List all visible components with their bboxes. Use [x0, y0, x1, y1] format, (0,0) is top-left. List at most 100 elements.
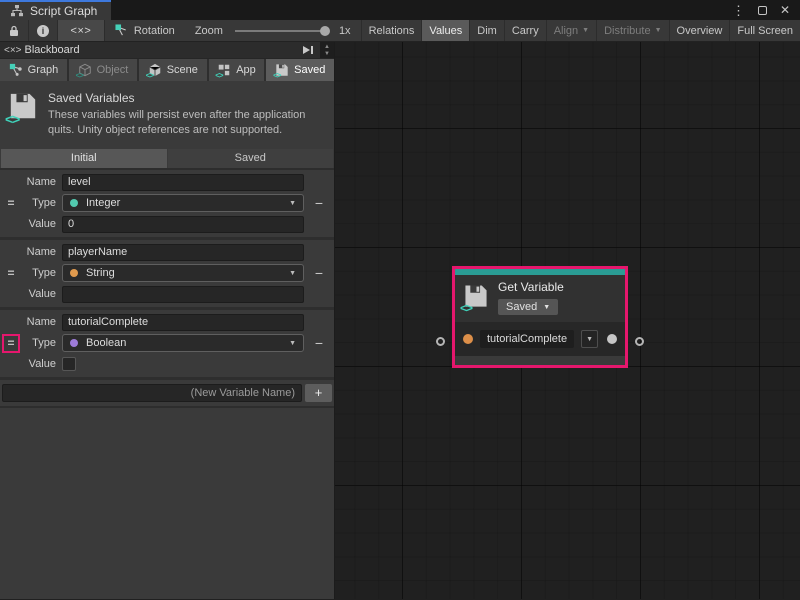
variable-name-input[interactable] [62, 174, 304, 191]
external-output-port[interactable] [635, 337, 644, 346]
variable-type-dropdown[interactable]: Integer ▼ [62, 194, 304, 212]
variable-value-input[interactable] [62, 216, 304, 233]
chevron-down-icon: ▼ [582, 27, 589, 34]
tab-graph[interactable]: Graph [0, 59, 67, 81]
variable-type-dropdown[interactable]: String ▼ [62, 264, 304, 282]
maximize-icon[interactable] [758, 6, 767, 15]
variable-type-dropdown[interactable]: Boolean ▼ [62, 334, 304, 352]
align-button[interactable]: Align ▼ [546, 20, 596, 41]
relations-button[interactable]: Relations [361, 20, 422, 41]
more-menu-icon[interactable]: ⋮ [732, 4, 745, 17]
carry-button[interactable]: Carry [504, 20, 546, 41]
rotation-control[interactable]: Rotation [105, 20, 185, 41]
external-input-port[interactable] [436, 337, 445, 346]
blackboard-panel: <×> Blackboard ▲ ▼ Graph <> [0, 42, 335, 599]
scene-icon: <> [148, 63, 162, 77]
zoom-label: Zoom [195, 25, 223, 37]
drag-handle-icon[interactable]: = [7, 197, 14, 209]
chevron-down-icon: ▼ [543, 304, 550, 311]
fullscreen-button[interactable]: Full Screen [729, 20, 800, 41]
saved-floppy-icon: <> [275, 63, 289, 77]
chevron-down-icon: ▼ [289, 340, 296, 347]
dock-panel-button[interactable] [299, 45, 317, 55]
tab-object[interactable]: <> Object [69, 59, 137, 81]
rotation-icon [115, 24, 128, 37]
node-title: Get Variable [498, 280, 564, 294]
toolbar-right-group: Relations Values Dim Carry Align ▼ Distr… [361, 20, 800, 41]
get-variable-node[interactable]: <> Get Variable Saved ▼ tutorialComplete… [452, 266, 628, 368]
overview-button[interactable]: Overview [669, 20, 730, 41]
graph-toolbar: i <×> Rotation Zoom 1x Relations Values … [0, 20, 800, 42]
code-icon: <×> [4, 45, 22, 56]
variable-name-input[interactable] [62, 314, 304, 331]
close-icon[interactable]: ✕ [780, 4, 790, 16]
add-variable-button[interactable]: + [305, 384, 332, 402]
chevron-down-icon: ▼ [655, 27, 662, 34]
drag-handle-icon[interactable]: = [7, 336, 14, 350]
zoom-slider-handle[interactable] [320, 26, 330, 36]
window-tab-bar: Script Graph ⋮ ✕ [0, 0, 800, 20]
variable-name-field[interactable]: tutorialComplete [480, 330, 574, 348]
lock-icon [8, 25, 20, 37]
tab-script-graph[interactable]: Script Graph [0, 0, 111, 20]
variable-list: Name = Type Integer ▼ − Value [0, 168, 334, 408]
inspect-button[interactable]: i [29, 20, 58, 41]
dim-button[interactable]: Dim [469, 20, 504, 41]
saved-variable-icon: <> [463, 283, 489, 309]
chevron-down-icon: ▼ [289, 270, 296, 277]
type-color-dot [70, 339, 78, 347]
window-controls: ⋮ ✕ [732, 0, 800, 20]
subtab-initial[interactable]: Initial [1, 149, 167, 168]
graph-icon [9, 63, 23, 77]
tab-title: Script Graph [30, 4, 97, 18]
code-view-toggle[interactable]: <×> [58, 20, 105, 41]
object-cube-icon: <> [78, 63, 92, 77]
scroll-down-icon[interactable]: ▼ [324, 51, 330, 57]
variable-value-input[interactable] [62, 286, 304, 303]
type-color-dot [70, 199, 78, 207]
tab-app[interactable]: <> App [209, 59, 265, 81]
values-button[interactable]: Values [421, 20, 469, 41]
variable-picker-button[interactable]: ▼ [581, 330, 598, 348]
tab-scene[interactable]: <> Scene [139, 59, 207, 81]
variable-kind-dropdown[interactable]: Saved ▼ [498, 299, 558, 315]
drag-handle-icon[interactable]: = [7, 267, 14, 279]
blackboard-header: <×> Blackboard ▲ ▼ [0, 42, 334, 59]
subtab-saved[interactable]: Saved [168, 149, 334, 168]
distribute-button[interactable]: Distribute ▼ [596, 20, 668, 41]
initial-saved-tabs: Initial Saved [0, 149, 334, 168]
variable-row-tutorialcomplete: Name = Type Boolean ▼ − [0, 310, 334, 380]
value-output-port[interactable] [607, 334, 617, 344]
scroll-up-icon[interactable]: ▲ [324, 44, 330, 50]
blackboard-title: Blackboard [25, 44, 80, 56]
zoom-control: Zoom 1x [185, 20, 361, 41]
rotation-label: Rotation [134, 25, 175, 37]
type-color-dot [70, 269, 78, 277]
blackboard-empty-area [0, 408, 334, 599]
node-footer [455, 356, 625, 365]
saved-variables-icon: <> [8, 91, 38, 121]
node-header[interactable]: <> Get Variable Saved ▼ [455, 275, 625, 322]
remove-variable-button[interactable]: − [304, 265, 334, 281]
new-variable-input[interactable] [2, 384, 302, 402]
new-variable-row: + [0, 380, 334, 408]
remove-variable-button[interactable]: − [304, 195, 334, 211]
variable-scope-tabs: Graph <> Object <> Scene <> [0, 59, 334, 81]
app-blocks-icon: <> [217, 63, 231, 77]
info-icon: i [37, 25, 49, 37]
variable-row-playername: Name = Type String ▼ − Value [0, 240, 334, 310]
boolean-value-checkbox[interactable] [62, 357, 76, 371]
graph-hierarchy-icon [10, 4, 24, 18]
zoom-slider[interactable] [235, 30, 327, 32]
panel-scroll-arrows[interactable]: ▲ ▼ [320, 42, 334, 58]
variable-name-input[interactable] [62, 244, 304, 261]
tab-saved[interactable]: <> Saved [266, 59, 334, 81]
info-description: These variables will persist even after … [48, 108, 324, 138]
lock-button[interactable] [0, 20, 29, 41]
annotation-highlight-box: = [2, 334, 19, 353]
zoom-value: 1x [339, 25, 351, 37]
graph-canvas[interactable]: <> Get Variable Saved ▼ tutorialComplete… [335, 42, 800, 599]
variable-input-port[interactable] [463, 334, 473, 344]
variable-row-level: Name = Type Integer ▼ − Value [0, 170, 334, 240]
remove-variable-button[interactable]: − [304, 335, 334, 351]
